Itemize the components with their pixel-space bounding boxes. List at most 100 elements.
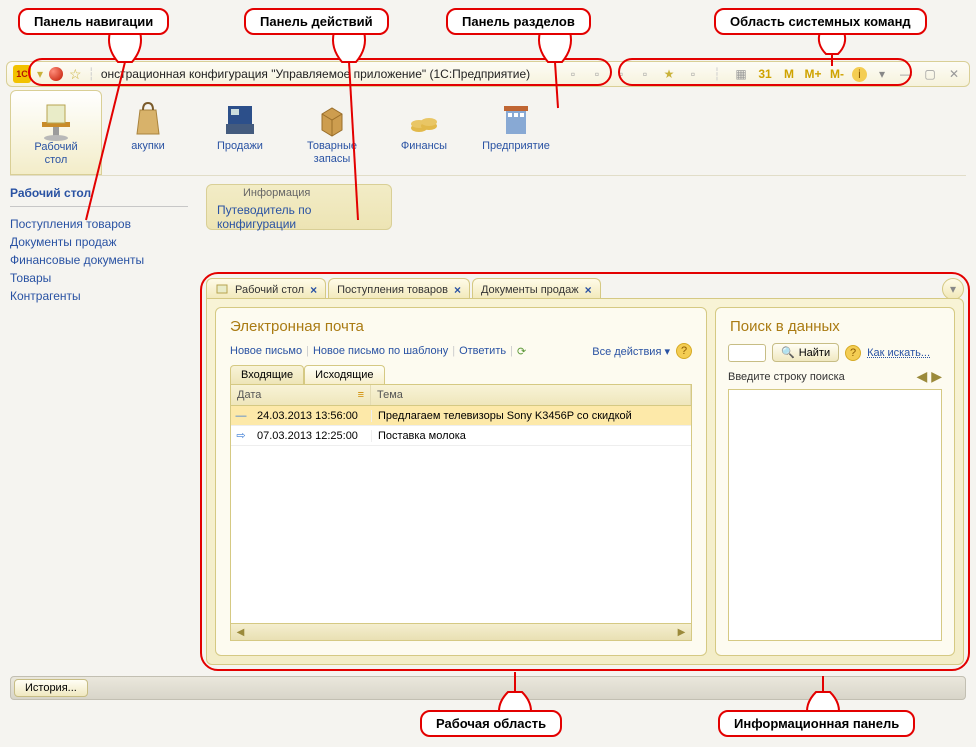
- memory-m-icon[interactable]: M: [780, 65, 798, 83]
- tab-outbox[interactable]: Исходящие: [304, 365, 384, 384]
- dropdown-icon[interactable]: ▾: [873, 65, 891, 83]
- section-label: Финансы: [401, 140, 447, 153]
- section-label: Товарные запасы: [307, 140, 357, 166]
- nav-link-dokumenty-prodazh[interactable]: Документы продаж: [10, 235, 188, 249]
- help-icon[interactable]: ?: [676, 343, 692, 359]
- section-label: Продажи: [217, 140, 263, 153]
- scroll-left-icon[interactable]: ◀: [233, 626, 248, 639]
- next-icon[interactable]: ▶: [931, 368, 942, 385]
- star-icon[interactable]: ★: [660, 65, 678, 83]
- titlebar: 1С ▾ ☆ ┆ онстрационная конфигурация "Упр…: [6, 61, 970, 87]
- clipboard-icon[interactable]: ▫: [684, 65, 702, 83]
- search-toolbar: 🔍Найти ? Как искать...: [716, 343, 954, 368]
- email-toolbar: Новое письмо | Новое письмо по шаблону |…: [216, 343, 706, 365]
- nav-link-kontragenty[interactable]: Контрагенты: [10, 289, 188, 303]
- table-row[interactable]: ⇨ 07.03.2013 12:25:00 Поставка молока: [231, 426, 691, 446]
- coins-icon: [402, 96, 446, 140]
- callout-nav-panel: Панель навигации: [18, 8, 169, 35]
- calc-icon[interactable]: ▦: [732, 65, 750, 83]
- callout-info-panel: Информационная панель: [718, 710, 915, 737]
- tab-close-icon[interactable]: ×: [585, 283, 592, 297]
- desktop-icon: [34, 97, 78, 141]
- tab-bar: Рабочий стол × Поступления товаров × Док…: [206, 276, 964, 300]
- tab-close-icon[interactable]: ×: [454, 283, 461, 297]
- bag-icon: [126, 96, 170, 140]
- tab-close-icon[interactable]: ×: [310, 283, 317, 297]
- memory-mminus-icon[interactable]: M-: [828, 65, 846, 83]
- nav-link-tovary[interactable]: Товары: [10, 271, 188, 285]
- building-icon: [494, 96, 538, 140]
- how-to-search-link[interactable]: Как искать...: [867, 347, 930, 359]
- separator: |: [452, 345, 455, 357]
- tab-label: Документы продаж: [481, 284, 579, 296]
- horizontal-scrollbar[interactable]: ◀ ▶: [231, 623, 691, 640]
- section-desktop[interactable]: Рабочий стол: [10, 90, 102, 175]
- action-panel: Информация Путеводитель по конфигурации: [206, 184, 392, 230]
- grid-header: Дата ≡ Тема: [231, 385, 691, 406]
- sort-desc-icon: ≡: [358, 389, 364, 401]
- reply-button[interactable]: Ответить: [459, 345, 506, 357]
- search-title: Поиск в данных: [716, 308, 954, 343]
- action-panel-link[interactable]: Путеводитель по конфигурации: [207, 199, 391, 231]
- find-button[interactable]: 🔍Найти: [772, 343, 839, 362]
- history-button[interactable]: История...: [14, 679, 88, 697]
- section-prodazhi[interactable]: Продажи: [194, 90, 286, 175]
- table-row[interactable]: — 24.03.2013 13:56:00 Предлагаем телевиз…: [231, 406, 691, 426]
- callout-section-panel: Панель разделов: [446, 8, 591, 35]
- separator-icon: ┆: [708, 65, 726, 83]
- doc-icon[interactable]: ▫: [612, 65, 630, 83]
- desktop-mini-icon: [215, 283, 229, 297]
- search-panel: Поиск в данных 🔍Найти ? Как искать... Вв…: [715, 307, 955, 656]
- memory-mplus-icon[interactable]: M+: [804, 65, 822, 83]
- scroll-right-icon[interactable]: ▶: [674, 626, 689, 639]
- stop-icon[interactable]: [49, 67, 63, 81]
- save-icon[interactable]: ▫: [564, 65, 582, 83]
- close-icon[interactable]: ✕: [945, 65, 963, 83]
- search-hint-label: Введите строку поиска ◀ ▶: [716, 368, 954, 385]
- refresh-icon[interactable]: ⟳: [517, 345, 526, 358]
- all-actions-button[interactable]: Все действия ▾: [592, 345, 670, 358]
- back-icon[interactable]: ▾: [37, 67, 43, 81]
- cell-date: 24.03.2013 13:56:00: [251, 410, 371, 422]
- section-label: Предприятие: [482, 140, 550, 153]
- nav-link-postupleniya[interactable]: Поступления товаров: [10, 217, 188, 231]
- window-title: онстрационная конфигурация "Управляемое …: [101, 67, 558, 81]
- section-label: акупки: [131, 140, 164, 153]
- favorite-icon[interactable]: ☆: [69, 66, 82, 83]
- cell-date: 07.03.2013 12:25:00: [251, 430, 371, 442]
- col-subject[interactable]: Тема: [371, 385, 691, 405]
- copy-icon[interactable]: ▫: [636, 65, 654, 83]
- separator: |: [306, 345, 309, 357]
- tab-inbox[interactable]: Входящие: [230, 365, 304, 384]
- search-input[interactable]: [728, 344, 766, 362]
- tab-more-button[interactable]: ▾: [942, 278, 964, 300]
- grid-body: — 24.03.2013 13:56:00 Предлагаем телевиз…: [231, 406, 691, 623]
- minimize-icon[interactable]: —: [897, 65, 915, 83]
- calendar-icon[interactable]: 31: [756, 65, 774, 83]
- nav-link-finansovye[interactable]: Финансовые документы: [10, 253, 188, 267]
- section-zakupki[interactable]: акупки: [102, 90, 194, 175]
- section-tovarnye[interactable]: Товарные запасы: [286, 90, 378, 175]
- prev-icon[interactable]: ◀: [916, 368, 927, 385]
- tab-postupleniya[interactable]: Поступления товаров ×: [328, 278, 470, 300]
- history-bar: История...: [10, 676, 966, 700]
- section-predpriyatie[interactable]: Предприятие: [470, 90, 562, 175]
- separator-icon: ┆: [88, 67, 95, 81]
- tab-desktop[interactable]: Рабочий стол ×: [206, 278, 326, 300]
- help-icon[interactable]: ?: [845, 345, 861, 361]
- info-icon[interactable]: i: [852, 67, 867, 82]
- callout-system-commands: Область системных команд: [714, 8, 927, 35]
- maximize-icon[interactable]: ▢: [921, 65, 939, 83]
- box-icon: [310, 96, 354, 140]
- separator: |: [510, 345, 513, 357]
- new-mail-button[interactable]: Новое письмо: [230, 345, 302, 357]
- section-finansy[interactable]: Финансы: [378, 90, 470, 175]
- print-icon[interactable]: ▫: [588, 65, 606, 83]
- new-mail-tpl-button[interactable]: Новое письмо по шаблону: [313, 345, 448, 357]
- tab-dokumenty[interactable]: Документы продаж ×: [472, 278, 601, 300]
- nav-heading: Рабочий стол: [10, 186, 188, 207]
- cell-subject: Предлагаем телевизоры Sony K3456P со ски…: [371, 410, 691, 422]
- action-panel-title: Информация: [207, 185, 391, 199]
- callout-action-panel: Панель действий: [244, 8, 389, 35]
- col-date[interactable]: Дата ≡: [231, 385, 371, 405]
